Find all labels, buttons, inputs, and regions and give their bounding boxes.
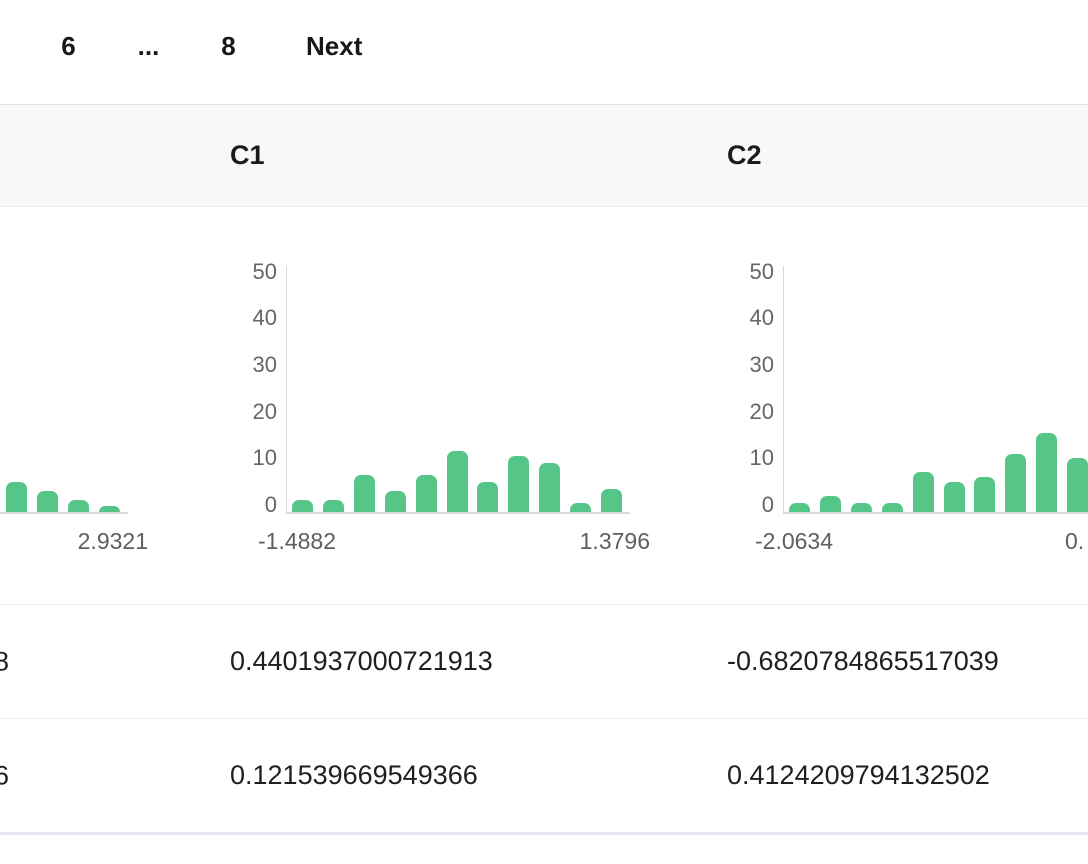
page-button-8[interactable]: 8: [206, 31, 251, 62]
y-axis-tick-label: 30: [714, 354, 774, 376]
histogram-bar: [1067, 458, 1088, 512]
y-axis-tick-label: 0: [714, 494, 774, 516]
histogram-bar: [37, 491, 58, 512]
histogram-bar: [416, 475, 437, 512]
table-row: 6 0.121539669549366 0.4124209794132502: [0, 718, 1088, 832]
x-axis-max-label: 1.3796: [430, 530, 650, 553]
histogram-bar: [354, 475, 375, 512]
histogram-bar: [974, 477, 995, 512]
column-header-clipped: [0, 105, 210, 206]
histogram-bar: [913, 472, 934, 512]
histogram-bar: [944, 482, 965, 512]
x-axis-line: [286, 512, 630, 514]
clipped-value-fragment: 8: [0, 646, 9, 677]
histogram-bar: [447, 451, 468, 512]
y-axis-tick-label: 10: [217, 447, 277, 469]
histogram-bar: [1036, 433, 1057, 512]
histogram-bar: [99, 506, 120, 512]
histogram-bar: [570, 503, 591, 512]
x-axis-min-label: -2.0634: [755, 530, 833, 553]
pagination-ellipsis[interactable]: ...: [126, 31, 171, 62]
x-axis-line: [0, 512, 128, 514]
x-axis-max-label: 2.9321: [0, 530, 148, 553]
histogram-c2: 50 40 30 20 10 0 -2.0634 0.: [707, 207, 1088, 604]
x-axis-max-label: 0.: [1065, 530, 1084, 553]
y-axis-tick-label: 50: [714, 261, 774, 283]
cell-c1: 0.4401937000721913: [210, 646, 707, 677]
histogram-bar: [508, 456, 529, 512]
cell-c2: -0.6820784865517039: [707, 646, 1088, 677]
histogram-bar: [789, 503, 810, 512]
histogram-bar: [820, 496, 841, 512]
pagination: 6 ... 8 Next: [0, 0, 1088, 104]
page-button-6[interactable]: 6: [46, 31, 91, 62]
histogram-bar: [539, 463, 560, 512]
histogram-bar: [323, 500, 344, 512]
histogram-clipped-column: 2.9321: [0, 207, 210, 604]
y-axis-tick-label: 50: [217, 261, 277, 283]
table-header: C1 C2: [0, 104, 1088, 207]
x-axis-line: [783, 512, 1088, 514]
histogram-bar: [68, 500, 89, 512]
y-axis-tick-label: 40: [217, 307, 277, 329]
next-page-button[interactable]: Next: [294, 31, 374, 62]
histogram-bar: [851, 503, 872, 512]
table-row: 8 0.4401937000721913 -0.6820784865517039: [0, 604, 1088, 718]
histogram-bar: [882, 503, 903, 512]
y-axis-line: [783, 266, 784, 512]
histogram-bar: [601, 489, 622, 512]
dataset-profile-page: 6 ... 8 Next C1 C2 2.9321 50 40 30 20 10 0 -1.…: [0, 0, 1088, 864]
histogram-bar: [1005, 454, 1026, 512]
column-header-c1[interactable]: C1: [210, 105, 707, 206]
column-header-c2[interactable]: C2: [707, 105, 1088, 206]
clipped-value-fragment: 6: [0, 760, 9, 791]
histogram-bar: [6, 482, 27, 512]
y-axis-tick-label: 20: [217, 401, 277, 423]
histogram-bar: [292, 500, 313, 512]
histogram-bar: [477, 482, 498, 512]
cell-clipped: 6: [0, 719, 210, 832]
histogram-row: 2.9321 50 40 30 20 10 0 -1.4882 1.3796 50 40 30 20…: [0, 207, 1088, 604]
y-axis-tick-label: 40: [714, 307, 774, 329]
cell-c1: 0.121539669549366: [210, 760, 707, 791]
table-bottom-border: [0, 832, 1088, 835]
cell-clipped: 8: [0, 605, 210, 718]
y-axis-tick-label: 20: [714, 401, 774, 423]
histogram-bar: [385, 491, 406, 512]
y-axis-line: [286, 266, 287, 512]
y-axis-tick-label: 30: [217, 354, 277, 376]
histogram-c1: 50 40 30 20 10 0 -1.4882 1.3796: [210, 207, 707, 604]
x-axis-min-label: -1.4882: [258, 530, 336, 553]
y-axis-tick-label: 10: [714, 447, 774, 469]
cell-c2: 0.4124209794132502: [707, 760, 1088, 791]
y-axis-tick-label: 0: [217, 494, 277, 516]
